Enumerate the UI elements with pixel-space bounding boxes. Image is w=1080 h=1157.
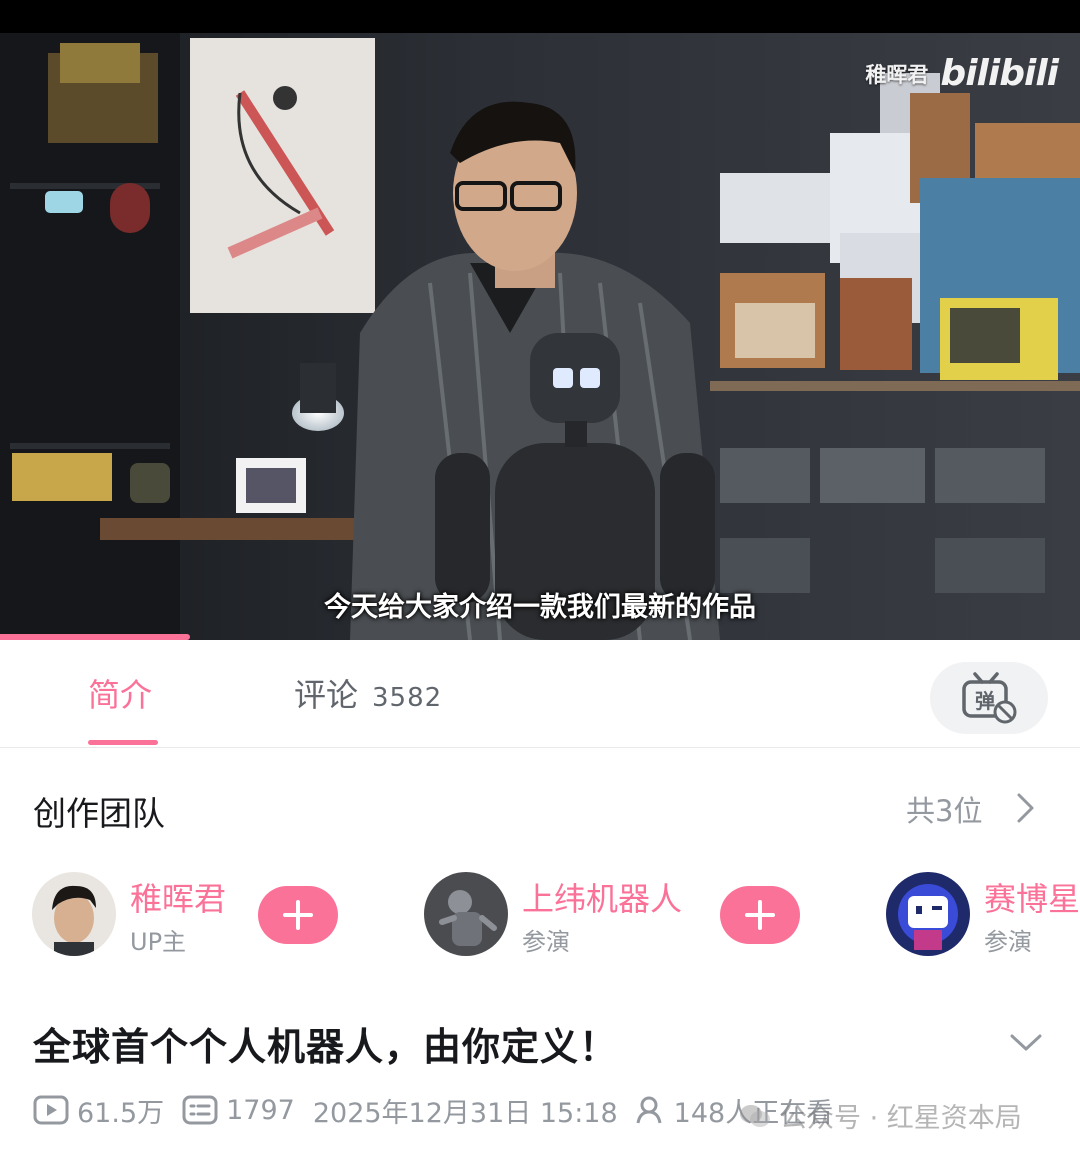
member-name[interactable]: 赛博星 <box>984 874 1080 920</box>
tab-comments-label: 评论 <box>294 676 359 714</box>
plus-icon <box>745 900 775 930</box>
danmaku-toggle-button[interactable]: 弹 <box>930 662 1048 734</box>
status-bar <box>0 0 1080 33</box>
team-section-title: 创作团队 <box>33 794 165 833</box>
view-count: 61.5万 <box>33 1091 164 1130</box>
video-stats: 61.5万 1797 2025年12月31日 15:18 148人正在看 <box>33 1090 851 1130</box>
danmaku-count-value: 1797 <box>226 1094 295 1126</box>
chevron-right-icon[interactable] <box>1014 790 1038 826</box>
video-frame <box>0 33 1080 640</box>
avatar[interactable] <box>32 872 116 956</box>
watermark-author: 稚晖君 <box>865 62 929 87</box>
tab-bar: 简介 评论 3582 弹 <box>0 640 1080 748</box>
team-member-3[interactable]: 赛博星 参演 <box>886 872 1080 962</box>
team-member-1[interactable]: 稚晖君 UP主 <box>32 872 372 962</box>
member-name[interactable]: 上纬机器人 <box>522 874 682 920</box>
comments-count: 3582 <box>372 683 443 713</box>
member-role: 参演 <box>984 928 1032 956</box>
tab-comments[interactable]: 评论 3582 <box>294 670 442 716</box>
member-name[interactable]: 稚晖君 <box>130 874 226 920</box>
follow-button[interactable] <box>258 886 338 944</box>
avatar[interactable] <box>424 872 508 956</box>
tab-intro-label: 简介 <box>88 676 153 714</box>
account-watermark-text: 公众号 · 红星资本局 <box>780 1103 1022 1134</box>
danmaku-glyph: 弹 <box>975 689 995 713</box>
member-role: UP主 <box>130 928 187 956</box>
tab-intro[interactable]: 简介 <box>88 670 152 716</box>
video-subtitle: 今天给大家介绍一款我们最新的作品 <box>324 592 756 623</box>
team-member-2[interactable]: 上纬机器人 参演 <box>424 872 804 962</box>
chevron-down-icon[interactable] <box>1008 1032 1044 1054</box>
danmaku-off-icon: 弹 <box>962 672 1017 724</box>
member-role: 参演 <box>522 928 570 956</box>
publish-date: 2025年12月31日 15:18 <box>312 1097 618 1129</box>
video-watermark: 稚晖君 bilibili <box>865 53 1059 94</box>
view-count-value: 61.5万 <box>77 1097 165 1129</box>
avatar[interactable] <box>886 872 970 956</box>
person-icon <box>636 1096 662 1124</box>
team-count[interactable]: 共3位 <box>906 788 982 830</box>
follow-button[interactable] <box>720 886 800 944</box>
play-count-icon <box>33 1095 69 1125</box>
video-title: 全球首个个人机器人，由你定义！ <box>33 1025 619 1069</box>
bilibili-logo: bilibili <box>940 53 1059 94</box>
danmaku-count: 1797 <box>182 1095 295 1126</box>
account-watermark: 公众号 · 红星资本局 <box>738 1096 1022 1135</box>
tab-active-indicator <box>88 740 158 745</box>
plus-icon <box>283 900 313 930</box>
video-player[interactable]: 稚晖君 bilibili 今天给大家介绍一款我们最新的作品 <box>0 33 1080 640</box>
danmaku-count-icon <box>182 1095 218 1125</box>
wechat-icon <box>740 1104 770 1127</box>
